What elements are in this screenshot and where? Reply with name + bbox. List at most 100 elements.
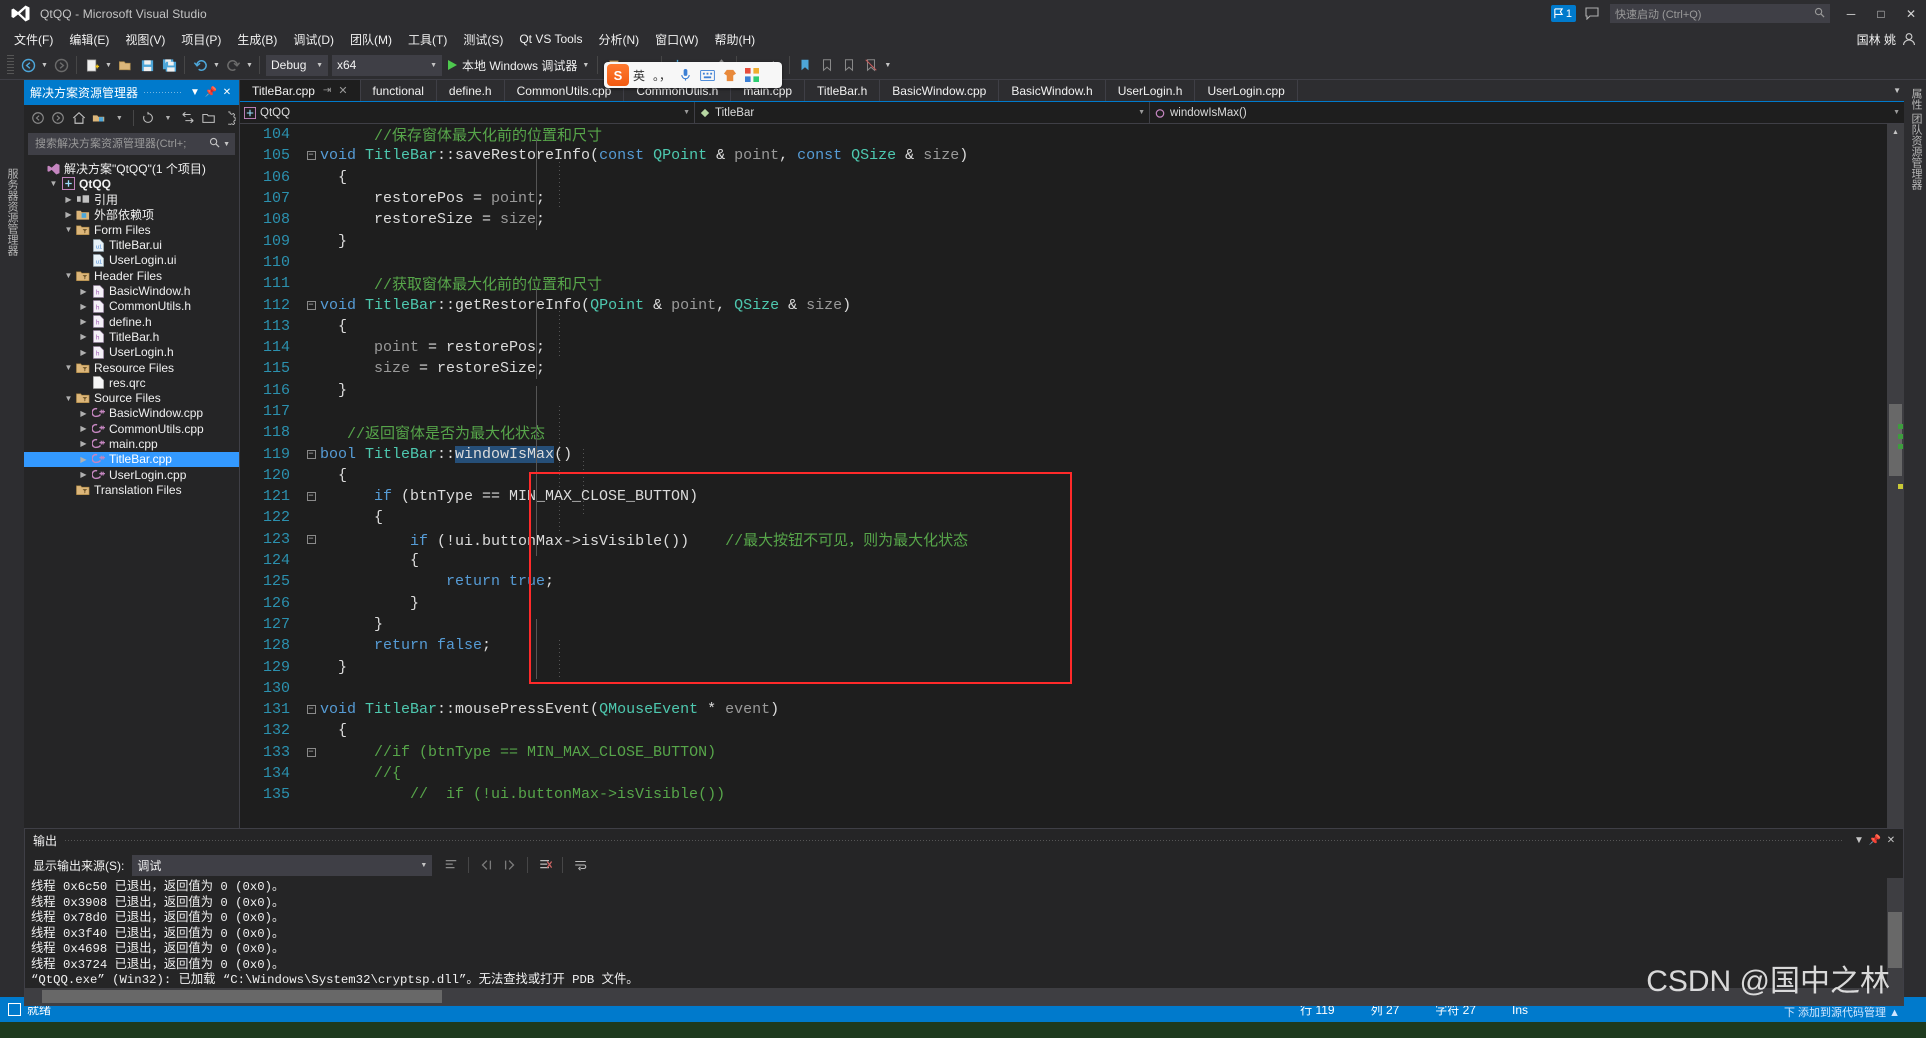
code-line[interactable]: 104 //保存窗体最大化前的位置和尺寸: [240, 124, 1904, 145]
code-line[interactable]: 106 {: [240, 167, 1904, 188]
close-icon[interactable]: ✕: [338, 84, 347, 97]
code-line[interactable]: 112 − void TitleBar::getRestoreInfo(QPoint…: [240, 294, 1904, 315]
code-line[interactable]: 119 − bool TitleBar::windowIsMax(): [240, 443, 1904, 464]
keyboard-icon[interactable]: [696, 69, 719, 81]
tree-item-commonutils.h[interactable]: ▶ h CommonUtils.h: [24, 299, 239, 314]
fold-toggle-icon[interactable]: −: [302, 449, 320, 459]
go-to-next-icon[interactable]: [499, 854, 521, 876]
code-line[interactable]: 129 }: [240, 656, 1904, 677]
tree-item-[interactable]: ▶ 引用: [24, 192, 239, 207]
code-line[interactable]: 115 size = restoreSize;: [240, 358, 1904, 379]
tree-item-qtqq[interactable]: ▼ QtQQ: [24, 176, 239, 191]
code-line[interactable]: 113 {: [240, 316, 1904, 337]
panel-drag-dots[interactable]: [144, 88, 181, 97]
code-line[interactable]: 133 − //if (btnType == MIN_MAX_CLOSE_BUTT…: [240, 742, 1904, 763]
code-line[interactable]: 110: [240, 252, 1904, 273]
menu-item-team[interactable]: 团队(M): [342, 28, 400, 51]
menu-item-view[interactable]: 视图(V): [117, 28, 173, 51]
tree-item-titlebar.ui[interactable]: ui TitleBar.ui: [24, 237, 239, 252]
code-line[interactable]: 131 − void TitleBar::mousePressEvent(QMous…: [240, 699, 1904, 720]
tree-item-userlogin.ui[interactable]: ui UserLogin.ui: [24, 253, 239, 268]
save-icon[interactable]: [136, 53, 158, 77]
code-line[interactable]: 108 restoreSize = size;: [240, 209, 1904, 230]
previous-bookmark-icon[interactable]: [816, 53, 838, 77]
menu-item-qt-vs-tools[interactable]: Qt VS Tools: [511, 29, 590, 49]
feedback-icon[interactable]: [1580, 0, 1604, 27]
navbar-member-dropdown[interactable]: windowIsMax() ▼: [1150, 102, 1904, 123]
search-icon[interactable]: [209, 137, 220, 151]
ime-mode-toggle[interactable]: 英: [629, 67, 649, 84]
tree-item-basicwindow.cpp[interactable]: ▶ BasicWindow.cpp: [24, 406, 239, 421]
output-text[interactable]: 线程 0x6c50 已退出，返回值为 0 (0x0)。 线程 0x3908 已退出…: [25, 878, 1903, 988]
back-icon[interactable]: [28, 107, 47, 129]
tree-item-commonutils.cpp[interactable]: ▶ CommonUtils.cpp: [24, 421, 239, 436]
tree-item-[interactable]: ▶ 外部依赖项: [24, 207, 239, 222]
redo-dropdown[interactable]: ▼: [244, 53, 255, 77]
tree-item-titlebar.cpp[interactable]: ▶ TitleBar.cpp: [24, 451, 239, 467]
tree-item-titlebar.h[interactable]: ▶ h TitleBar.h: [24, 329, 239, 344]
clear-bookmarks-icon[interactable]: [860, 53, 882, 77]
editor-tab-define-h[interactable]: define.h: [437, 80, 505, 101]
find-message-icon[interactable]: [440, 854, 462, 876]
sync-dropdown[interactable]: ▼: [110, 107, 129, 129]
undo-dropdown[interactable]: ▼: [211, 53, 222, 77]
refresh-dropdown[interactable]: ▼: [158, 107, 177, 129]
fold-toggle-icon[interactable]: −: [302, 747, 320, 757]
collapse-all-icon[interactable]: [179, 107, 198, 129]
code-line[interactable]: 134 //{: [240, 763, 1904, 784]
code-line[interactable]: 107 restorePos = point;: [240, 188, 1904, 209]
chevron-right-icon[interactable]: ▶: [77, 455, 90, 464]
skin-icon[interactable]: [719, 69, 741, 82]
fold-toggle-icon[interactable]: −: [302, 151, 320, 161]
output-horizontal-scrollbar[interactable]: [25, 988, 1903, 1005]
output-source-combo[interactable]: 调试 ▼: [132, 854, 433, 876]
clear-all-icon[interactable]: [534, 854, 556, 876]
code-line[interactable]: 126 }: [240, 593, 1904, 614]
menu-item-project[interactable]: 项目(P): [173, 28, 229, 51]
chevron-right-icon[interactable]: ▶: [77, 317, 90, 326]
chevron-right-icon[interactable]: ▶: [77, 287, 90, 296]
chevron-right-icon[interactable]: ▶: [77, 439, 90, 448]
save-all-icon[interactable]: [158, 53, 180, 77]
fold-toggle-icon[interactable]: −: [302, 705, 320, 715]
home-icon[interactable]: [69, 107, 88, 129]
tree-item-userlogin.cpp[interactable]: ▶ UserLogin.cpp: [24, 467, 239, 482]
tree-item-res.qrc[interactable]: res.qrc: [24, 375, 239, 390]
tree-item-resource-files[interactable]: ▼ Resource Files: [24, 360, 239, 375]
apps-grid-icon[interactable]: [741, 68, 763, 82]
redo-icon[interactable]: [222, 53, 244, 77]
show-all-files-icon[interactable]: [199, 107, 218, 129]
tree-item-source-files[interactable]: ▼ Source Files: [24, 390, 239, 405]
close-icon[interactable]: ✕: [219, 87, 235, 98]
code-line[interactable]: 130: [240, 678, 1904, 699]
editor-tab-userlogin-cpp[interactable]: UserLogin.cpp: [1195, 80, 1298, 101]
pin-icon[interactable]: 📌: [1867, 835, 1883, 846]
toggle-word-wrap-icon[interactable]: [569, 854, 591, 876]
tree-item-form-files[interactable]: ▼ Form Files: [24, 222, 239, 237]
code-line[interactable]: 124 {: [240, 550, 1904, 571]
minimize-button[interactable]: ─: [1836, 0, 1866, 27]
pin-icon[interactable]: ⇥: [323, 85, 331, 96]
toolbar-overflow[interactable]: ▼: [882, 53, 893, 77]
code-line[interactable]: 135 // if (!ui.buttonMax->isVisible()): [240, 784, 1904, 805]
tree-item-qtqq-1[interactable]: 解决方案"QtQQ"(1 个项目): [24, 161, 239, 176]
new-project-dropdown[interactable]: ▼: [103, 53, 114, 77]
solution-configuration-combo[interactable]: Debug ▼: [266, 54, 328, 76]
tree-item-header-files[interactable]: ▼ Header Files: [24, 268, 239, 283]
tree-item-translation-files[interactable]: Translation Files: [24, 482, 239, 497]
pin-icon[interactable]: 📌: [203, 87, 219, 98]
code-line[interactable]: 125 return true;: [240, 571, 1904, 592]
tab-strip-overflow[interactable]: ▼: [1890, 80, 1904, 101]
editor-tab-basicwindow-cpp[interactable]: BasicWindow.cpp: [880, 80, 1000, 101]
code-line[interactable]: 122 {: [240, 507, 1904, 528]
new-project-icon[interactable]: [81, 53, 103, 77]
code-line[interactable]: 111 //获取窗体最大化前的位置和尺寸: [240, 273, 1904, 294]
properties-tab[interactable]: 属性 团队资源管理器: [1908, 88, 1923, 190]
maximize-button[interactable]: □: [1866, 0, 1896, 27]
chevron-right-icon[interactable]: ▶: [62, 210, 75, 219]
editor-tab-titlebar-h[interactable]: TitleBar.h: [805, 80, 881, 101]
ime-punctuation-toggle[interactable]: 。，: [649, 67, 675, 84]
next-bookmark-icon[interactable]: [838, 53, 860, 77]
editor-tab-strip[interactable]: TitleBar.cpp ⇥ ✕ functional define.h CommonUt…: [240, 80, 1904, 102]
code-line[interactable]: 116 }: [240, 380, 1904, 401]
